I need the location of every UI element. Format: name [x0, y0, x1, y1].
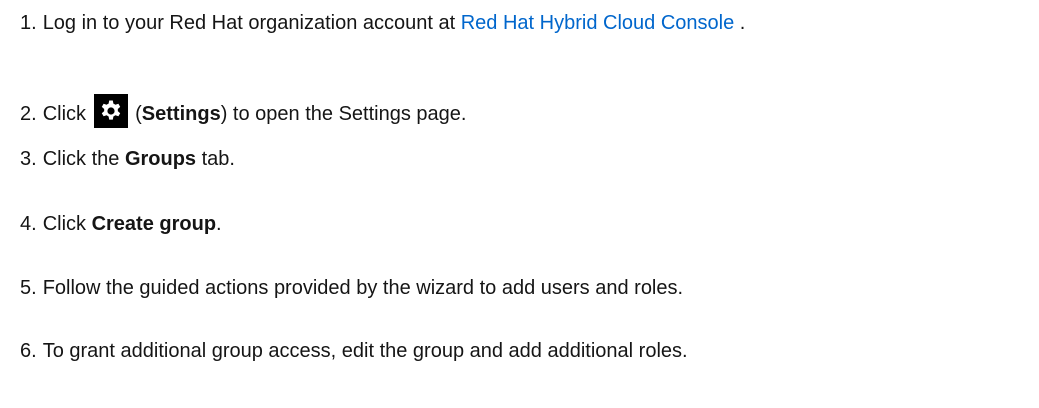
groups-term: Groups — [124, 148, 197, 170]
step-number: 4. — [20, 213, 37, 235]
step-number: 5. — [20, 277, 37, 299]
step-text: Click — [42, 103, 92, 125]
hybrid-cloud-console-link[interactable]: Red Hat Hybrid Cloud Console — [461, 12, 734, 34]
step-text: Click — [42, 213, 92, 235]
step-text-end: tab. — [196, 148, 235, 170]
step-number: 6. — [20, 340, 37, 362]
step-number: 1. — [20, 12, 37, 34]
step-1: 1. Log in to your Red Hat organization ac… — [20, 11, 745, 35]
step-text-end: . — [216, 213, 222, 235]
step-2: 2. Click (Settings) to open the Settings … — [20, 94, 466, 128]
create-group-term: Create group — [91, 213, 217, 235]
settings-term: Settings — [141, 103, 221, 125]
step-text-end: ) to open the Settings page. — [220, 103, 467, 125]
step-text: To grant additional group access, edit t… — [42, 340, 688, 362]
step-text: Log in to your Red Hat organization acco… — [42, 12, 461, 34]
gear-icon — [93, 94, 128, 128]
paren-open: ( — [129, 103, 142, 125]
step-text: Follow the guided actions provided by th… — [42, 277, 684, 299]
step-number: 2. — [20, 103, 37, 125]
step-4: 4. Click Create group. — [20, 212, 222, 236]
step-number: 3. — [20, 148, 37, 170]
step-5: 5. Follow the guided actions provided by … — [20, 276, 683, 300]
step-text-end: . — [734, 12, 746, 34]
step-6: 6. To grant additional group access, edit… — [20, 339, 688, 363]
step-text: Click the — [42, 148, 125, 170]
step-3: 3. Click the Groups tab. — [20, 147, 235, 171]
